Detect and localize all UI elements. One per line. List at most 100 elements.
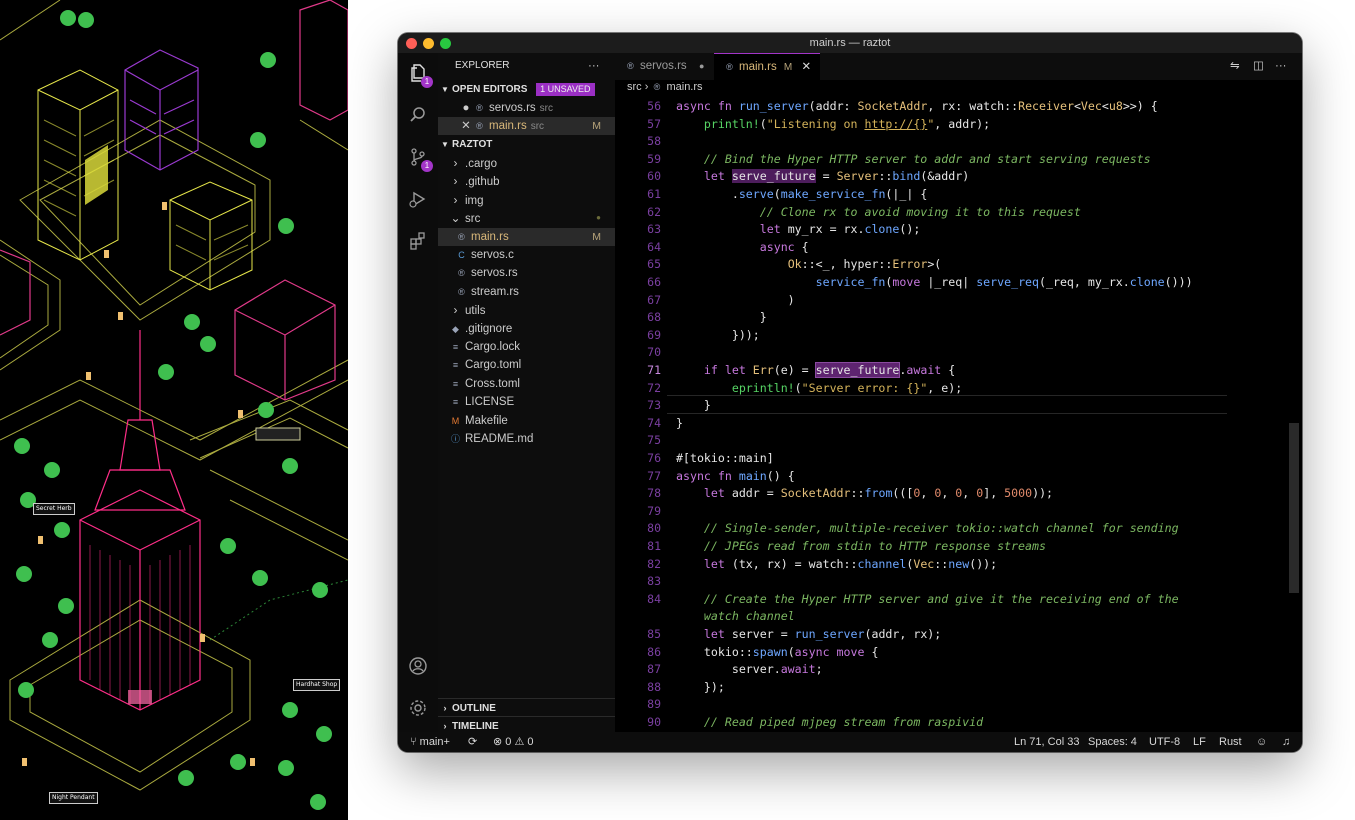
makefile-icon: M — [451, 415, 460, 426]
breadcrumb-file[interactable]: main.rs — [666, 81, 702, 93]
code-token: Error — [892, 257, 928, 272]
line-number: 68 — [647, 310, 661, 325]
line-number: 80 — [647, 521, 661, 536]
file-tree-item[interactable]: ⌄ src ● — [438, 209, 615, 227]
explorer-sidebar: EXPLORER ··· ▼ OPEN EDITORS 1 UNSAVED ● ® s… — [438, 53, 615, 732]
code-token: }); — [676, 679, 725, 694]
code-line: // Create the Hyper HTTP server and give… — [676, 591, 1179, 609]
code-token: , — [962, 486, 977, 501]
project-section[interactable]: ▼ RAZTOT — [438, 136, 615, 154]
more-actions-icon[interactable]: ··· — [588, 57, 608, 75]
map-label-night-pendant: Night Pendant — [49, 792, 98, 804]
code-line: })); — [676, 327, 760, 345]
file-tree-item[interactable]: ≡ LICENSE — [438, 393, 615, 411]
file-tree-item[interactable]: ≡ Cross.toml — [438, 375, 615, 393]
project-name: RAZTOT — [452, 139, 493, 150]
search-icon[interactable] — [406, 103, 430, 127]
file-tree-item[interactable]: ◆ .gitignore — [438, 320, 615, 338]
code-token: ( — [773, 187, 781, 201]
indentation-setting[interactable]: Spaces: 4 — [1088, 732, 1137, 752]
encoding-setting[interactable]: UTF-8 — [1149, 732, 1180, 752]
run-debug-icon[interactable] — [406, 187, 430, 211]
branch-indicator[interactable]: ⑂ main+ — [410, 732, 450, 752]
file-icon: ≡ — [452, 378, 459, 389]
file-tree-item[interactable]: › img — [438, 191, 615, 209]
file-tree-item[interactable]: ≡ Cargo.lock — [438, 338, 615, 356]
account-icon[interactable] — [406, 654, 430, 678]
file-tree-item[interactable]: › .cargo — [438, 154, 615, 172]
file-tree-item[interactable]: ® stream.rs — [438, 283, 615, 301]
status-bar: ⑂ main+ ⟳ ⊗ 0 ⚠ 0 Ln 71, Col 33 Spaces: … — [398, 732, 1302, 752]
close-icon[interactable]: ✕ — [458, 117, 474, 135]
open-editor-item-active[interactable]: ✕ ® main.rs src M — [438, 117, 615, 135]
feedback-icon[interactable]: ☺ — [1256, 732, 1267, 752]
code-token: (e) = — [773, 363, 816, 377]
code-token: )); — [1032, 486, 1054, 501]
file-tree-item[interactable]: › .github — [438, 172, 615, 190]
notifications-bell-icon[interactable]: ♫ — [1282, 732, 1290, 752]
code-line: println!("Listening on http://{}", addr)… — [676, 116, 990, 134]
code-line: } — [676, 309, 767, 327]
file-tree-item[interactable]: ® main.rs M — [438, 227, 615, 246]
settings-gear-icon[interactable] — [406, 696, 430, 720]
eol-setting[interactable]: LF — [1193, 732, 1206, 752]
vertical-scrollbar[interactable] — [1289, 423, 1299, 593]
cursor-position[interactable]: Ln 71, Col 33 — [1014, 732, 1079, 752]
file-tree-item[interactable]: ® servos.rs — [438, 264, 615, 282]
file-tree-item[interactable]: ⓘ README.md — [438, 430, 615, 448]
close-tab-icon[interactable]: ✕ — [801, 61, 811, 73]
explorer-icon[interactable]: 1 — [406, 61, 433, 88]
file-tree-item-label: main.rs — [471, 230, 509, 243]
file-tree-item-label: Makefile — [465, 414, 508, 427]
code-token: } — [676, 310, 767, 325]
maximize-window-button[interactable] — [440, 38, 451, 49]
file-tree-item[interactable]: ≡ Cargo.toml — [438, 356, 615, 374]
file-tree-item[interactable]: Cservos.c — [438, 246, 615, 264]
file-tree-item-label: .cargo — [465, 158, 497, 170]
code-line: service_fn(move |_req| serve_req(_req, m… — [676, 274, 1193, 292]
source-control-icon[interactable]: 1 — [406, 145, 433, 172]
map-label-secret-herb: Secret Herb — [33, 503, 75, 515]
extensions-icon[interactable] — [406, 229, 430, 253]
sync-icon[interactable]: ⟳ — [468, 732, 477, 752]
code-token: await — [906, 363, 949, 377]
problems-indicator[interactable]: ⊗ 0 ⚠ 0 — [493, 732, 534, 752]
chevron-right-icon: › — [443, 703, 447, 713]
code-token: // JPEGs read from stdin to HTTP respons… — [676, 539, 1046, 553]
code-line: // Bind the Hyper HTTP server to addr an… — [676, 151, 1151, 169]
file-icon: ≡ — [452, 342, 459, 352]
line-number: 64 — [647, 239, 661, 254]
file-tree-item[interactable]: › utils — [438, 301, 615, 319]
info-file-icon: ⓘ — [450, 434, 460, 444]
code-token: // Read piped mjpeg stream from raspivid — [676, 715, 984, 729]
tab-servos-rs[interactable]: ® servos.rs ● — [615, 53, 713, 80]
error-count: 0 — [505, 736, 512, 748]
modified-indicator: M — [592, 120, 601, 132]
breadcrumb-folder[interactable]: src — [627, 81, 642, 93]
code-token: SocketAddr — [780, 486, 851, 501]
tab-main-rs[interactable]: ® main.rs M ✕ — [714, 53, 820, 81]
minimize-window-button[interactable] — [423, 38, 434, 49]
more-actions-icon[interactable]: ··· — [1275, 53, 1287, 80]
code-token: main — [738, 468, 767, 483]
code-token: serve_future — [814, 362, 901, 378]
split-editor-icon[interactable]: ◫ — [1253, 53, 1264, 80]
open-editor-dir: src — [530, 121, 545, 132]
code-token: { — [871, 644, 879, 659]
close-window-button[interactable] — [406, 38, 417, 49]
language-mode[interactable]: Rust — [1219, 732, 1242, 752]
folder-closed-icon: › — [453, 303, 458, 318]
outline-section[interactable]: › OUTLINE — [438, 698, 615, 717]
split-compare-icon[interactable]: ⇋ — [1230, 53, 1240, 80]
line-number: 78 — [647, 486, 661, 501]
file-tree-item[interactable]: M Makefile — [438, 412, 615, 430]
rust-file-icon: ® — [476, 121, 483, 131]
open-editors-section[interactable]: ▼ OPEN EDITORS 1 UNSAVED — [438, 81, 615, 99]
open-editor-item[interactable]: ● ® servos.rs src — [438, 99, 615, 117]
code-token: Vec — [913, 556, 935, 571]
line-number: 65 — [647, 257, 661, 272]
